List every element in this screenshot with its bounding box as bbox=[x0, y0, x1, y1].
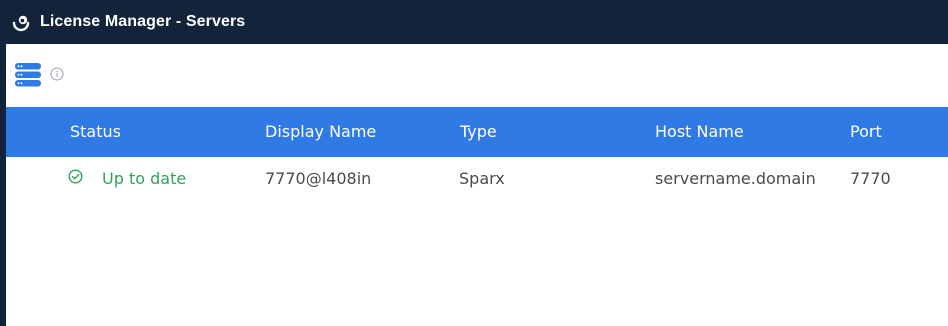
column-header-host-name[interactable]: Host Name bbox=[655, 107, 744, 157]
display-name-cell: 7770@l408in bbox=[265, 169, 372, 188]
column-header-display-name[interactable]: Display Name bbox=[265, 107, 376, 157]
host-name-cell: servername.domain bbox=[655, 169, 816, 188]
title-bar: License Manager - Servers bbox=[0, 0, 948, 44]
table-row[interactable]: Up to date 7770@l408in Sparx servername.… bbox=[6, 157, 948, 201]
column-header-port[interactable]: Port bbox=[850, 107, 882, 157]
check-circle-icon bbox=[68, 169, 83, 184]
info-icon[interactable] bbox=[50, 67, 64, 81]
port-cell: 7770 bbox=[850, 169, 891, 188]
server-list-icon[interactable] bbox=[14, 61, 42, 89]
column-header-type[interactable]: Type bbox=[460, 107, 497, 157]
type-cell: Sparx bbox=[459, 169, 505, 188]
toolbar bbox=[6, 44, 948, 106]
column-header-status[interactable]: Status bbox=[70, 107, 121, 157]
main-content: Status Display Name Type Host Name Port … bbox=[6, 44, 948, 326]
app-logo-icon bbox=[12, 15, 30, 32]
window-title: License Manager - Servers bbox=[40, 13, 246, 30]
grid-header: Status Display Name Type Host Name Port bbox=[6, 107, 948, 157]
status-cell: Up to date bbox=[102, 169, 187, 188]
